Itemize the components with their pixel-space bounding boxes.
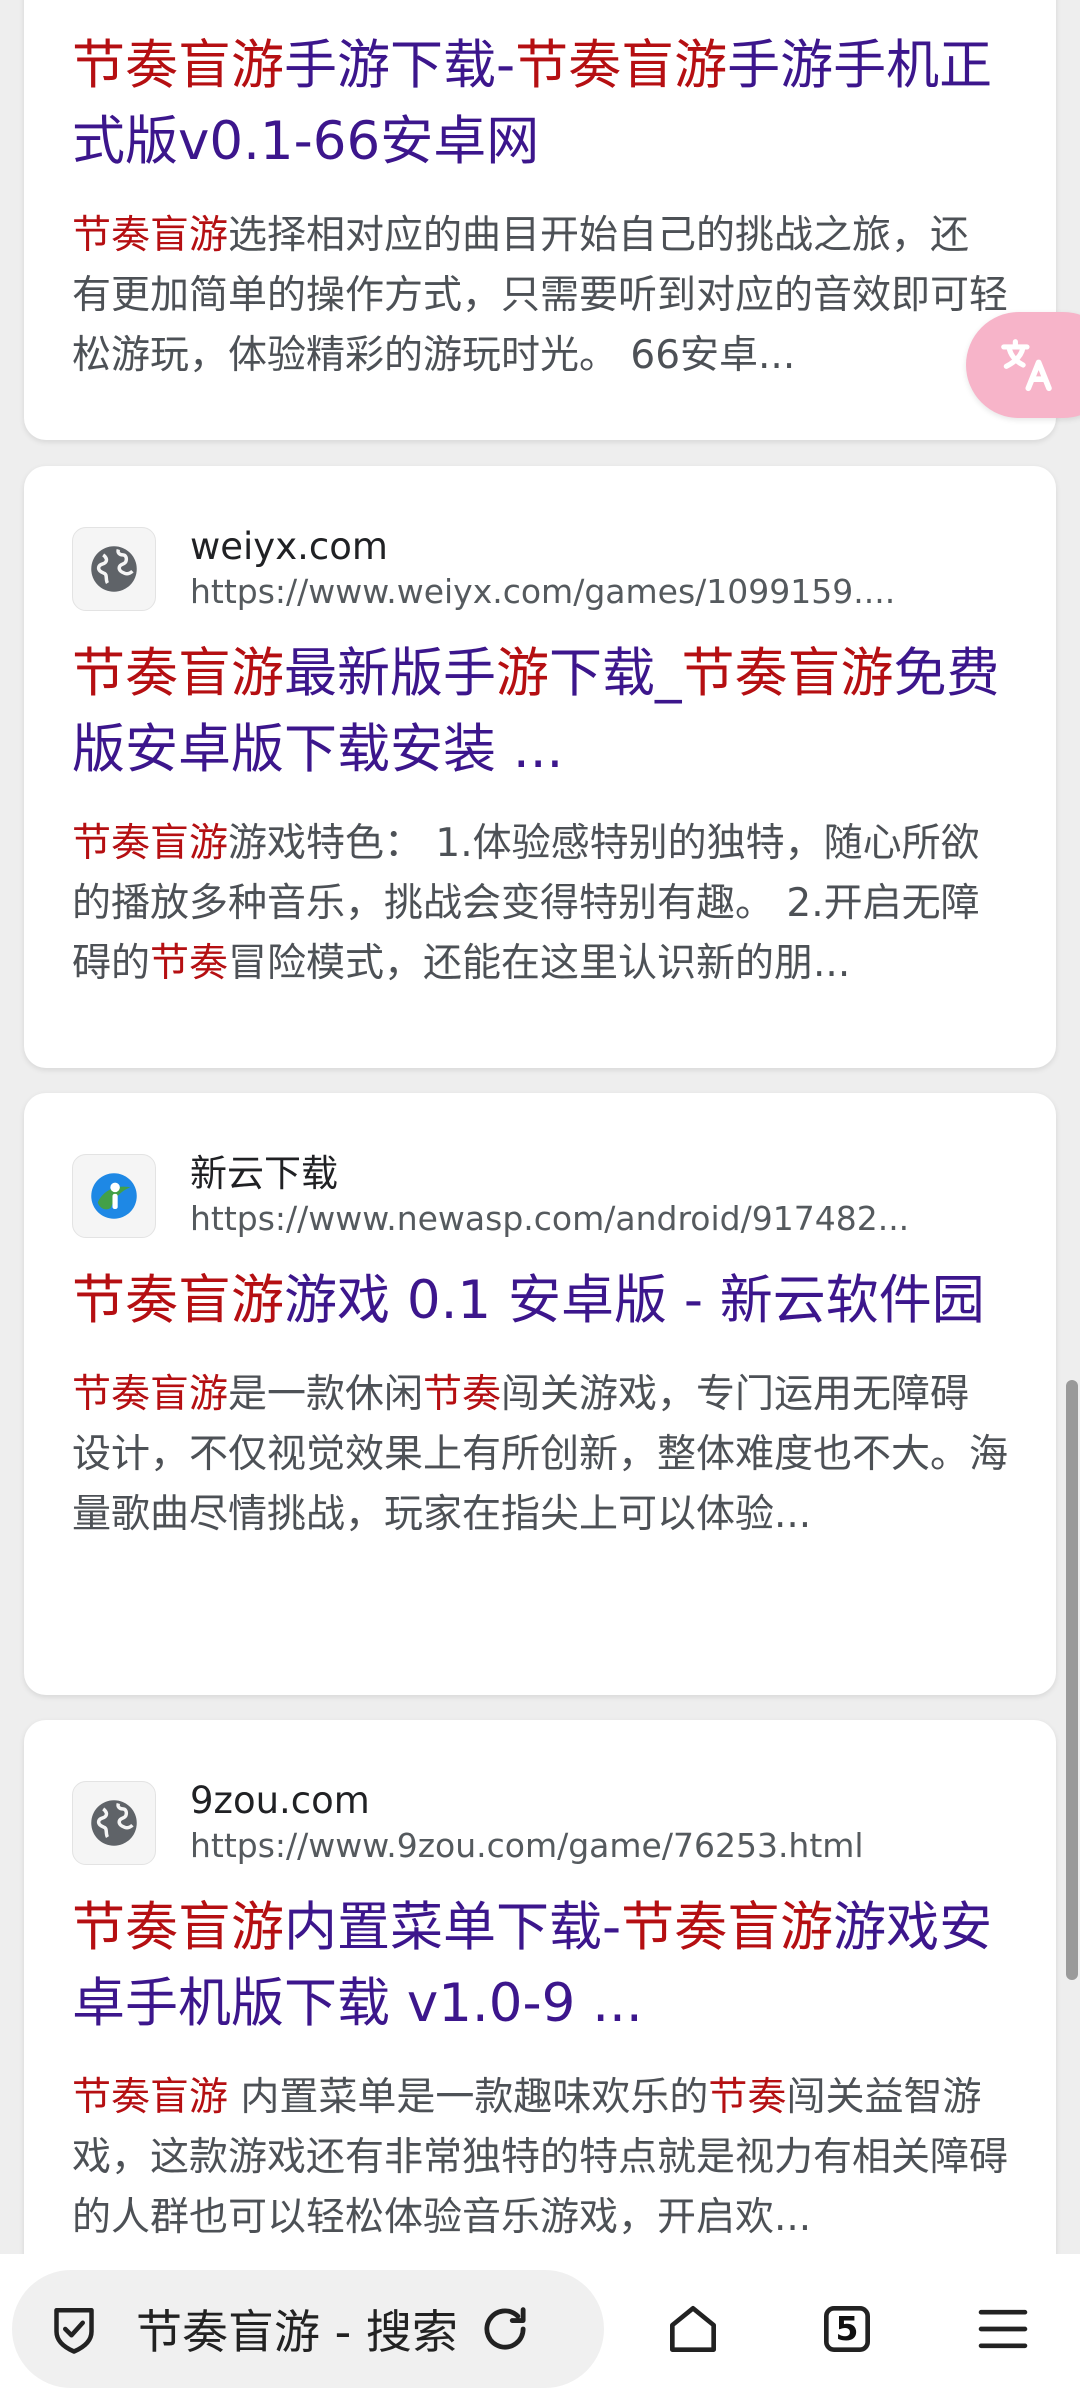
address-bar[interactable]: 节奏盲游 - 搜索 [12, 2270, 604, 2388]
menu-button[interactable] [944, 2270, 1062, 2388]
menu-icon [978, 2309, 1028, 2349]
result-card-3[interactable]: 新云下载 https://www.newasp.com/android/9174… [24, 1093, 1056, 1695]
globe-icon [72, 1781, 156, 1865]
site-url: https://www.newasp.com/android/917482... [190, 1199, 910, 1238]
result-title-4[interactable]: 节奏盲游内置菜单下载-节奏盲游游戏安卓手机版下载 v1.0-9 ... [72, 1890, 1008, 2042]
result-title-2[interactable]: 节奏盲游最新版手游下载_节奏盲游免费版安卓版下载安装 ... [72, 636, 1008, 788]
text-segment: 手游下载- [284, 35, 516, 96]
address-bar-label: 节奏盲游 - 搜索 [136, 2305, 458, 2359]
highlighted-keyword: 节奏盲游 [72, 35, 284, 96]
reload-icon[interactable] [476, 2300, 534, 2358]
site-name: weiyx.com [190, 525, 388, 568]
highlighted-keyword: 节奏 [150, 941, 229, 986]
page-scrollbar[interactable] [1066, 1380, 1078, 1980]
translate-icon [1001, 339, 1052, 392]
site-name: 新云下载 [190, 1152, 338, 1195]
highlighted-keyword: 节奏盲游 [72, 643, 284, 704]
tab-count: 5 [835, 2309, 859, 2348]
translate-button[interactable] [966, 312, 1080, 418]
search-results-page: 节奏盲游手游下载-节奏盲游手游手机正式版v0.1-66安卓网 节奏盲游选择相对应… [0, 0, 1080, 2400]
home-button[interactable] [634, 2270, 752, 2388]
highlighted-keyword: 节奏 [423, 1372, 502, 1417]
highlighted-keyword: 节奏盲游 [72, 1372, 229, 1417]
result-site-4[interactable]: 9zou.com https://www.9zou.com/game/76253… [72, 1779, 1008, 1866]
shield-check-icon [54, 2308, 94, 2354]
highlighted-keyword: 节奏 [708, 2075, 787, 2120]
text-segment: 游戏 0.1 安卓版 - 新云软件园 [284, 1270, 985, 1331]
text-segment: 内置菜单下载- [284, 1897, 622, 1958]
site-name: 9zou.com [190, 1779, 370, 1822]
result-snippet-3: 节奏盲游是一款休闲节奏闯关游戏，专门运用无障碍设计，不仅视觉效果上有所创新，整体… [72, 1365, 1008, 1545]
result-title-3[interactable]: 节奏盲游游戏 0.1 安卓版 - 新云软件园 [72, 1263, 1008, 1339]
globe-icon [72, 527, 156, 611]
site-url: https://www.weiyx.com/games/1099159.... [190, 572, 896, 611]
result-snippet-1: 节奏盲游选择相对应的曲目开始自己的挑战之旅，还有更加简单的操作方式，只需要听到对… [72, 206, 1008, 386]
home-icon [670, 2306, 716, 2352]
site-url: https://www.9zou.com/game/76253.html [190, 1826, 864, 1865]
highlighted-keyword: 节奏盲游 [72, 821, 229, 866]
highlighted-keyword: 游 [496, 643, 549, 704]
result-title-1[interactable]: 节奏盲游手游下载-节奏盲游手游手机正式版v0.1-66安卓网 [72, 28, 1008, 180]
result-card-2[interactable]: weiyx.com https://www.weiyx.com/games/10… [24, 466, 1056, 1068]
text-segment: 最新版手 [284, 643, 496, 704]
text-segment: 内置菜单是一款趣味欢乐的 [228, 2075, 709, 2120]
result-site-3[interactable]: 新云下载 https://www.newasp.com/android/9174… [72, 1152, 1008, 1239]
result-card-1[interactable]: 节奏盲游手游下载-节奏盲游手游手机正式版v0.1-66安卓网 节奏盲游选择相对应… [24, 0, 1056, 440]
text-segment: 冒险模式，还能在这里认识新的朋... [228, 941, 851, 986]
highlighted-keyword: 节奏盲游 [72, 213, 229, 258]
highlighted-keyword: 节奏盲游 [72, 2075, 229, 2120]
result-snippet-2: 节奏盲游游戏特色： 1.体验感特别的独特，随心所欲的播放多种音乐，挑战会变得特别… [72, 814, 1008, 994]
newasp-logo-icon [72, 1154, 156, 1238]
highlighted-keyword: 节奏盲游 [72, 1270, 284, 1331]
text-segment: 是一款休闲 [228, 1372, 424, 1417]
highlighted-keyword: 节奏盲游 [72, 1897, 284, 1958]
highlighted-keyword: 节奏盲游 [681, 643, 894, 704]
highlighted-keyword: 节奏盲游 [515, 35, 728, 96]
result-site-2[interactable]: weiyx.com https://www.weiyx.com/games/10… [72, 525, 1008, 612]
highlighted-keyword: 节奏盲游 [621, 1897, 834, 1958]
browser-bottom-bar: 节奏盲游 - 搜索 5 [0, 2254, 1080, 2400]
text-segment: 下载_ [549, 643, 682, 704]
tabs-button[interactable]: 5 [788, 2270, 906, 2388]
